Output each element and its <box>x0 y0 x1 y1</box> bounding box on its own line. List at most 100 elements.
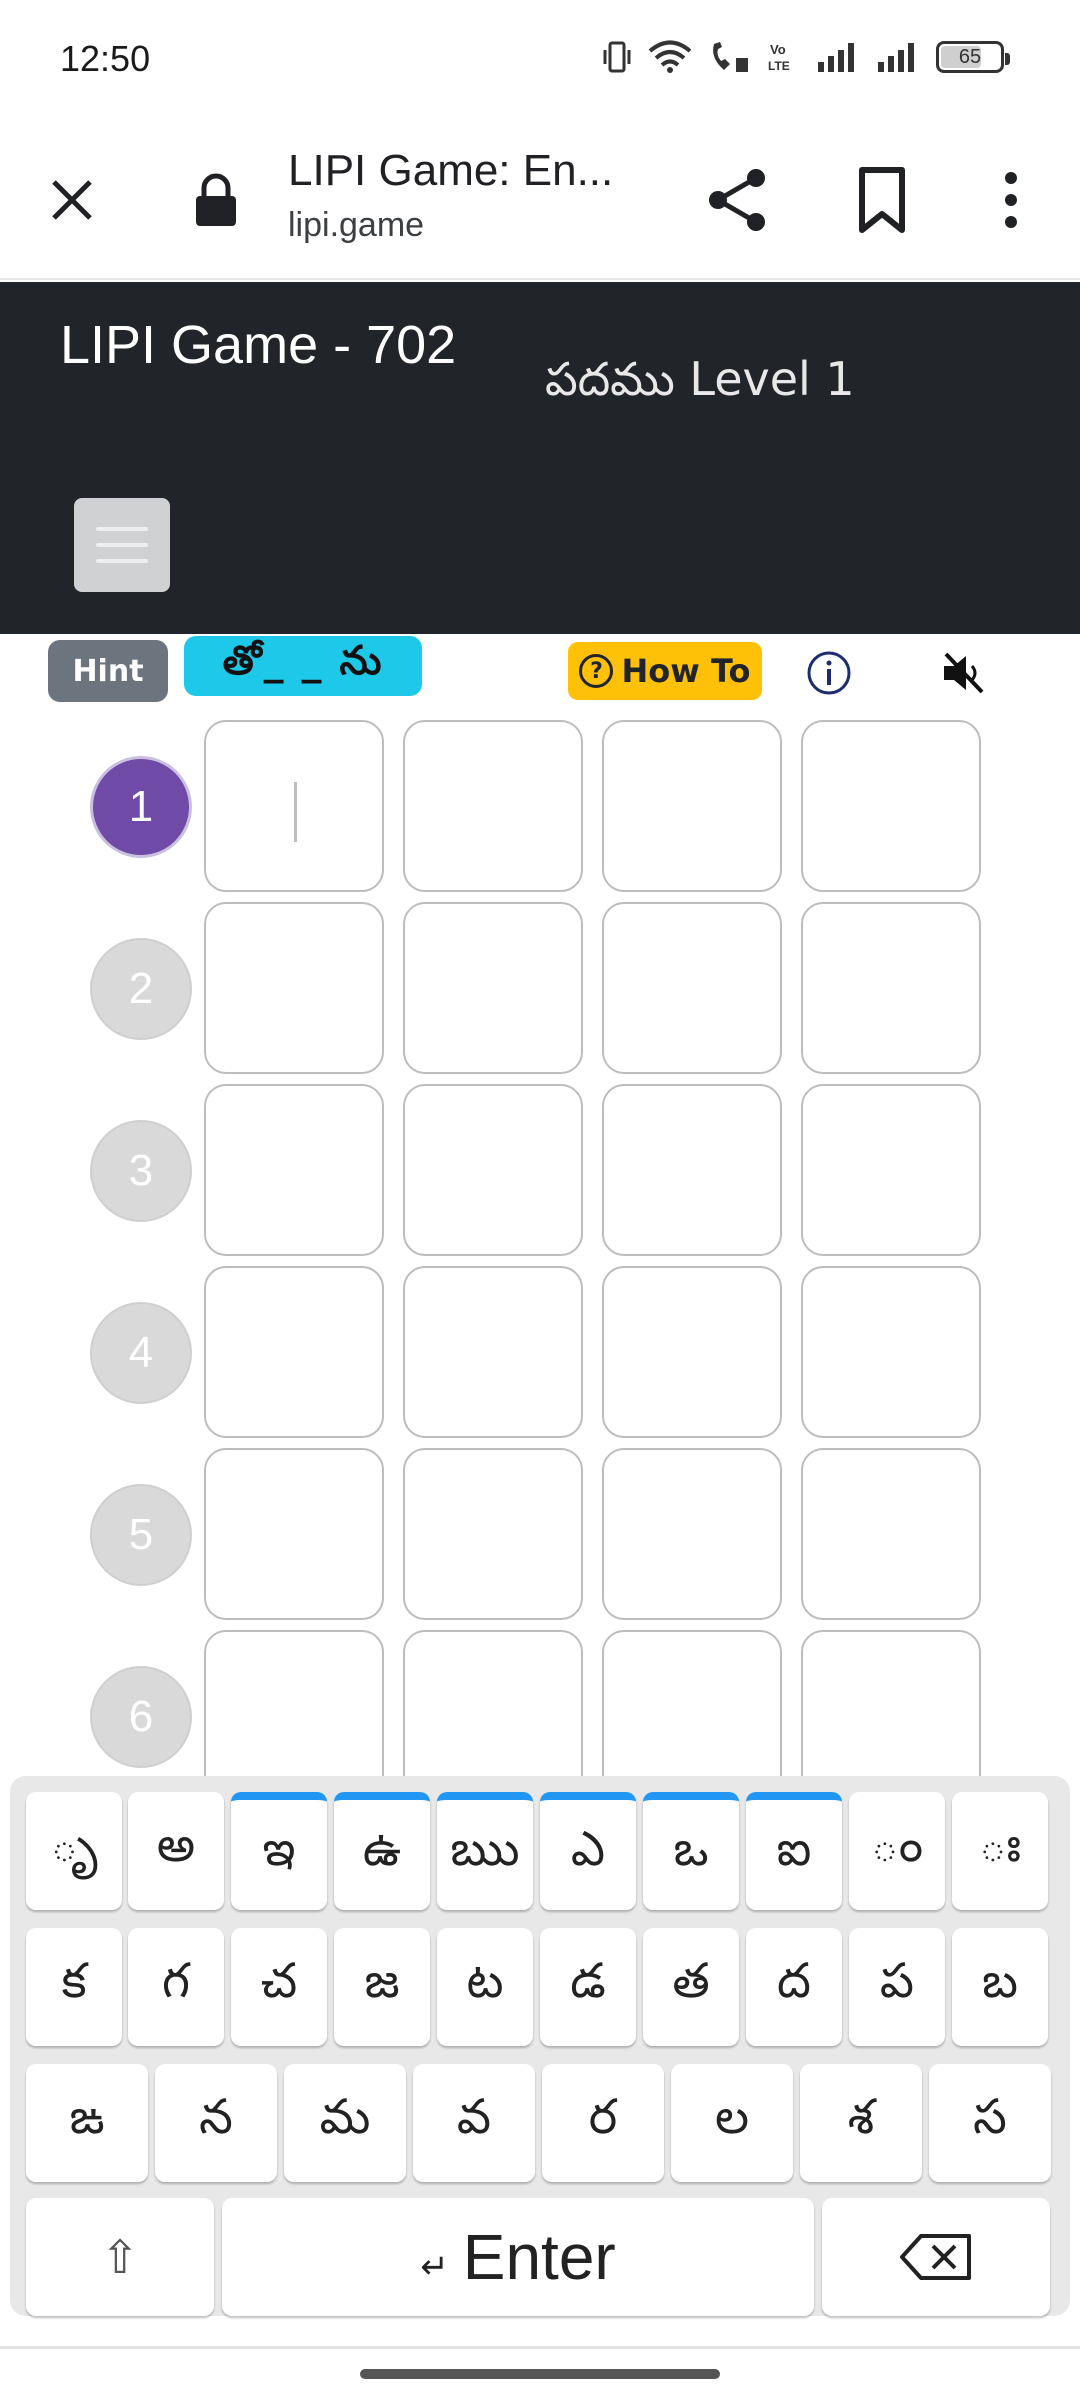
letter-cell[interactable] <box>204 902 384 1074</box>
guess-row: 1 <box>0 716 1080 892</box>
lock-icon[interactable] <box>190 170 242 230</box>
telugu-keyboard: ృ అ ఇ ఉ ఋ ఎ ఒ ఐ ం ః క గ చ జ ట డ త ద ప బ … <box>10 1776 1070 2316</box>
key[interactable]: అ <box>128 1792 224 1910</box>
letter-cell[interactable] <box>204 1084 384 1256</box>
enter-label: Enter <box>462 2221 616 2293</box>
letter-cell[interactable] <box>204 720 384 892</box>
browser-toolbar: LIPI Game: En... lipi.game <box>0 120 1080 280</box>
key[interactable]: ట <box>437 1928 533 2046</box>
row-number: 6 <box>90 1666 192 1768</box>
key[interactable]: స <box>929 2064 1051 2182</box>
mute-icon[interactable] <box>940 650 988 696</box>
key[interactable]: బ <box>952 1928 1048 2046</box>
row-number: 3 <box>90 1120 192 1222</box>
close-tab-button[interactable] <box>40 168 104 232</box>
backspace-key[interactable] <box>822 2198 1050 2316</box>
letter-cell[interactable] <box>602 902 782 1074</box>
key[interactable]: డ <box>540 1928 636 2046</box>
menu-button[interactable] <box>74 498 170 592</box>
letter-cell[interactable] <box>204 1448 384 1620</box>
svg-text:Vo: Vo <box>770 42 786 57</box>
hint-value: తో_ _ ను <box>184 636 422 696</box>
key[interactable]: ద <box>746 1928 842 2046</box>
letter-cell[interactable] <box>801 720 981 892</box>
key[interactable]: ఋ <box>437 1792 533 1910</box>
key[interactable]: ఐ <box>746 1792 842 1910</box>
letter-cell[interactable] <box>204 1266 384 1438</box>
status-icons: Vo LTE 65 <box>602 40 1010 74</box>
hint-button[interactable]: Hint <box>48 640 168 702</box>
key[interactable]: ః <box>952 1792 1048 1910</box>
battery-level: 65 <box>958 45 982 68</box>
key[interactable]: త <box>643 1928 739 2046</box>
key[interactable]: క <box>26 1928 122 2046</box>
key[interactable]: ప <box>849 1928 945 2046</box>
bookmark-icon[interactable] <box>852 166 912 234</box>
key[interactable]: ల <box>671 2064 793 2182</box>
battery-icon: 65 <box>936 41 1010 73</box>
question-icon: ? <box>579 654 614 688</box>
letter-cell[interactable] <box>801 1084 981 1256</box>
letter-cell[interactable] <box>403 1448 583 1620</box>
guess-grid: 1 2 3 4 5 6 <box>0 716 1080 1776</box>
key[interactable]: గ <box>128 1928 224 2046</box>
enter-icon: ↵ <box>420 2248 449 2286</box>
letter-cell[interactable] <box>403 1084 583 1256</box>
svg-text:LTE: LTE <box>768 59 790 73</box>
guess-row: 4 <box>0 1262 1080 1438</box>
status-time: 12:50 <box>60 38 151 79</box>
key[interactable]: ఙ <box>26 2064 148 2182</box>
row-number: 1 <box>90 756 192 858</box>
page-title[interactable]: LIPI Game: En... <box>288 146 613 196</box>
wifi-call-icon <box>713 42 748 72</box>
letter-cell[interactable] <box>602 1448 782 1620</box>
letter-cell[interactable] <box>403 1266 583 1438</box>
key[interactable]: ర <box>542 2064 664 2182</box>
letter-cell[interactable] <box>801 1630 981 1776</box>
info-icon[interactable] <box>806 650 852 696</box>
letter-cell[interactable] <box>403 720 583 892</box>
signal-icon-2 <box>878 43 914 72</box>
letter-cell[interactable] <box>403 1630 583 1776</box>
key[interactable]: ృ <box>26 1792 122 1910</box>
key[interactable]: ఎ <box>540 1792 636 1910</box>
page-url[interactable]: lipi.game <box>288 206 424 245</box>
letter-cell[interactable] <box>602 1630 782 1776</box>
key[interactable]: వ <box>413 2064 535 2182</box>
how-to-label: How To <box>621 652 751 690</box>
letter-cell[interactable] <box>801 1448 981 1620</box>
letter-cell[interactable] <box>204 1630 384 1776</box>
share-icon[interactable] <box>704 166 772 234</box>
key[interactable]: ం <box>849 1792 945 1910</box>
letter-cell[interactable] <box>602 1266 782 1438</box>
shift-key[interactable]: ⇧ <box>26 2198 214 2316</box>
letter-cell[interactable] <box>602 1084 782 1256</box>
key[interactable]: మ <box>284 2064 406 2182</box>
row-number: 2 <box>90 938 192 1040</box>
status-bar: 12:50 Vo LTE 65 <box>0 0 1080 120</box>
row-number: 4 <box>90 1302 192 1404</box>
key[interactable]: ఇ <box>231 1792 327 1910</box>
guess-row: 2 <box>0 898 1080 1074</box>
key[interactable]: ఒ <box>643 1792 739 1910</box>
how-to-button[interactable]: ? How To <box>568 642 762 700</box>
volte-icon: Vo LTE <box>768 42 790 73</box>
guess-row: 5 <box>0 1444 1080 1620</box>
enter-key[interactable]: ↵ Enter <box>222 2198 814 2316</box>
key[interactable]: న <box>155 2064 277 2182</box>
letter-cell[interactable] <box>602 720 782 892</box>
letter-cell[interactable] <box>403 902 583 1074</box>
key[interactable]: చ <box>231 1928 327 2046</box>
game-controls: Hint తో_ _ ను ? How To <box>0 634 1080 714</box>
guess-row: 6 <box>0 1626 1080 1776</box>
gesture-handle[interactable] <box>360 2369 720 2379</box>
key[interactable]: శ <box>800 2064 922 2182</box>
guess-row: 3 <box>0 1080 1080 1256</box>
key[interactable]: ఉ <box>334 1792 430 1910</box>
wifi-icon <box>648 40 692 73</box>
key[interactable]: జ <box>334 1928 430 2046</box>
more-options-icon[interactable] <box>988 166 1034 234</box>
letter-cell[interactable] <box>801 902 981 1074</box>
app-header: LIPI Game - 702 పదము Level 1 <box>0 282 1080 634</box>
letter-cell[interactable] <box>801 1266 981 1438</box>
